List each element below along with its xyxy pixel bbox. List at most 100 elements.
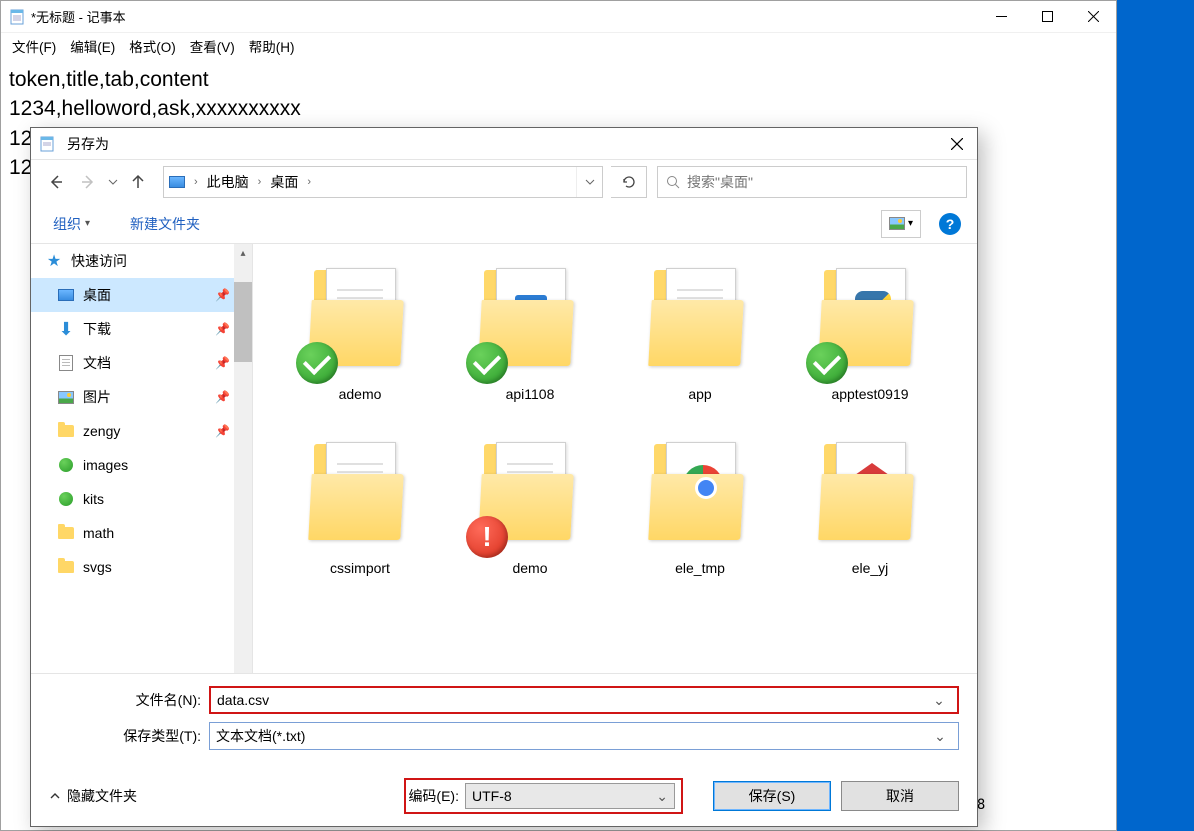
organize-button[interactable]: 组织 ▾ — [47, 208, 96, 240]
folder-icon — [300, 436, 420, 554]
folder-label: api1108 — [506, 386, 555, 402]
green-icon — [57, 456, 75, 474]
maximize-button[interactable] — [1024, 1, 1070, 33]
sidebar-quick-access[interactable]: ★ 快速访问 — [31, 244, 252, 278]
nav-back-button[interactable] — [41, 167, 71, 197]
cancel-button[interactable]: 取消 — [841, 781, 959, 811]
refresh-button[interactable] — [611, 166, 647, 198]
folder-ele_yj[interactable]: ele_yj — [785, 436, 955, 610]
folder-icon — [57, 422, 75, 440]
folder-label: apptest0919 — [831, 386, 908, 402]
sidebar-item-label: 文档 — [83, 353, 111, 373]
folder-icon: ! — [470, 436, 590, 554]
hide-folders-button[interactable]: 隐藏文件夹 — [49, 786, 137, 806]
download-icon: ⬇ — [57, 320, 75, 338]
view-options-button[interactable]: ▾ — [881, 210, 921, 238]
chevron-down-icon: ⌄ — [656, 788, 668, 805]
menu-view[interactable]: 查看(V) — [183, 33, 242, 59]
notepad-titlebar[interactable]: *无标题 - 记事本 — [1, 1, 1116, 33]
chevron-right-icon[interactable]: › — [303, 176, 315, 188]
close-button[interactable] — [1070, 1, 1116, 33]
folder-ademo[interactable]: ademo — [275, 262, 445, 436]
folder-icon — [57, 524, 75, 542]
folder-icon — [57, 558, 75, 576]
sidebar-item-桌面[interactable]: 桌面📌 — [31, 278, 252, 312]
sidebar-item-kits[interactable]: kits — [31, 482, 252, 516]
chevron-down-icon[interactable]: ⌄ — [927, 692, 951, 709]
folder-apptest0919[interactable]: apptest0919 — [785, 262, 955, 436]
folder-icon — [300, 262, 420, 380]
pin-icon: 📌 — [215, 390, 230, 404]
folder-ele_tmp[interactable]: ele_tmp — [615, 436, 785, 610]
breadcrumb-folder[interactable]: 桌面 — [265, 167, 303, 197]
pin-icon: 📌 — [215, 356, 230, 370]
sidebar-item-label: math — [83, 525, 114, 541]
folder-label: ademo — [339, 386, 382, 402]
nav-up-button[interactable] — [123, 167, 153, 197]
nav-recent-button[interactable] — [105, 167, 121, 197]
notepad-title: *无标题 - 记事本 — [31, 7, 978, 26]
sidebar-item-images[interactable]: images — [31, 448, 252, 482]
dialog-close-button[interactable] — [937, 128, 977, 160]
pin-icon: 📌 — [215, 322, 230, 336]
folder-demo[interactable]: ! demo — [445, 436, 615, 610]
nav-forward-button[interactable] — [73, 167, 103, 197]
new-folder-button[interactable]: 新建文件夹 — [124, 208, 206, 240]
menu-edit[interactable]: 编辑(E) — [63, 33, 122, 59]
sidebar-item-文档[interactable]: 文档 📌 — [31, 346, 252, 380]
filetype-select[interactable]: 文本文档(*.txt) ⌄ — [209, 722, 959, 750]
filename-input[interactable] — [217, 692, 927, 708]
notepad-menubar: 文件(F) 编辑(E) 格式(O) 查看(V) 帮助(H) — [1, 33, 1116, 59]
notepad-icon — [39, 136, 55, 152]
sidebar-scrollbar[interactable]: ▴ — [234, 244, 252, 673]
save-button[interactable]: 保存(S) — [713, 781, 831, 811]
folder-app[interactable]: app — [615, 262, 785, 436]
chevron-right-icon[interactable]: › — [190, 176, 202, 188]
dialog-nav: › 此电脑 › 桌面 › — [31, 160, 977, 204]
dialog-titlebar[interactable]: 另存为 — [31, 128, 977, 160]
encoding-wrap: 编码(E): UTF-8 ⌄ — [404, 778, 683, 814]
sidebar-item-zengy[interactable]: zengy📌 — [31, 414, 252, 448]
filename-label: 文件名(N): — [49, 690, 209, 710]
sync-ok-badge-icon — [296, 342, 338, 384]
sidebar-item-下载[interactable]: ⬇下载📌 — [31, 312, 252, 346]
sidebar-item-svgs[interactable]: svgs — [31, 550, 252, 584]
folder-api1108[interactable]: api1108 — [445, 262, 615, 436]
encoding-select[interactable]: UTF-8 ⌄ — [465, 783, 675, 809]
help-button[interactable]: ? — [939, 213, 961, 235]
pic-icon — [57, 388, 75, 406]
breadcrumb-root[interactable]: 此电脑 — [202, 167, 254, 197]
menu-file[interactable]: 文件(F) — [5, 33, 63, 59]
file-grid[interactable]: ademo api1108 app apptest0919 cs — [253, 244, 977, 673]
minimize-button[interactable] — [978, 1, 1024, 33]
sidebar-item-math[interactable]: math — [31, 516, 252, 550]
folder-label: ele_yj — [852, 560, 889, 576]
address-bar[interactable]: › 此电脑 › 桌面 › — [163, 166, 603, 198]
menu-help[interactable]: 帮助(H) — [242, 33, 302, 59]
green-icon — [57, 490, 75, 508]
scroll-up-icon[interactable]: ▴ — [234, 244, 252, 262]
search-input[interactable] — [687, 174, 958, 190]
menu-format[interactable]: 格式(O) — [122, 33, 183, 59]
folder-icon — [640, 436, 760, 554]
star-icon: ★ — [45, 252, 63, 270]
scroll-thumb[interactable] — [234, 282, 252, 362]
save-as-dialog: 另存为 › 此电脑 › 桌面 › 组织 ▾ 新建文件夹 ▾ ? — [30, 127, 978, 827]
dialog-toolbar: 组织 ▾ 新建文件夹 ▾ ? — [31, 204, 977, 244]
chevron-right-icon[interactable]: › — [254, 176, 266, 188]
folder-icon — [640, 262, 760, 380]
search-box[interactable] — [657, 166, 967, 198]
pin-icon: 📌 — [215, 424, 230, 438]
dialog-title: 另存为 — [67, 134, 937, 154]
chevron-up-icon — [49, 790, 61, 802]
address-dropdown[interactable] — [576, 167, 602, 197]
folder-label: demo — [512, 560, 547, 576]
folder-icon — [810, 262, 930, 380]
sidebar-item-label: 图片 — [83, 387, 111, 407]
sync-ok-badge-icon — [806, 342, 848, 384]
sidebar-item-label: svgs — [83, 559, 112, 575]
notepad-icon — [9, 9, 25, 25]
sidebar-item-图片[interactable]: 图片 📌 — [31, 380, 252, 414]
search-icon — [666, 175, 681, 190]
folder-cssimport[interactable]: cssimport — [275, 436, 445, 610]
